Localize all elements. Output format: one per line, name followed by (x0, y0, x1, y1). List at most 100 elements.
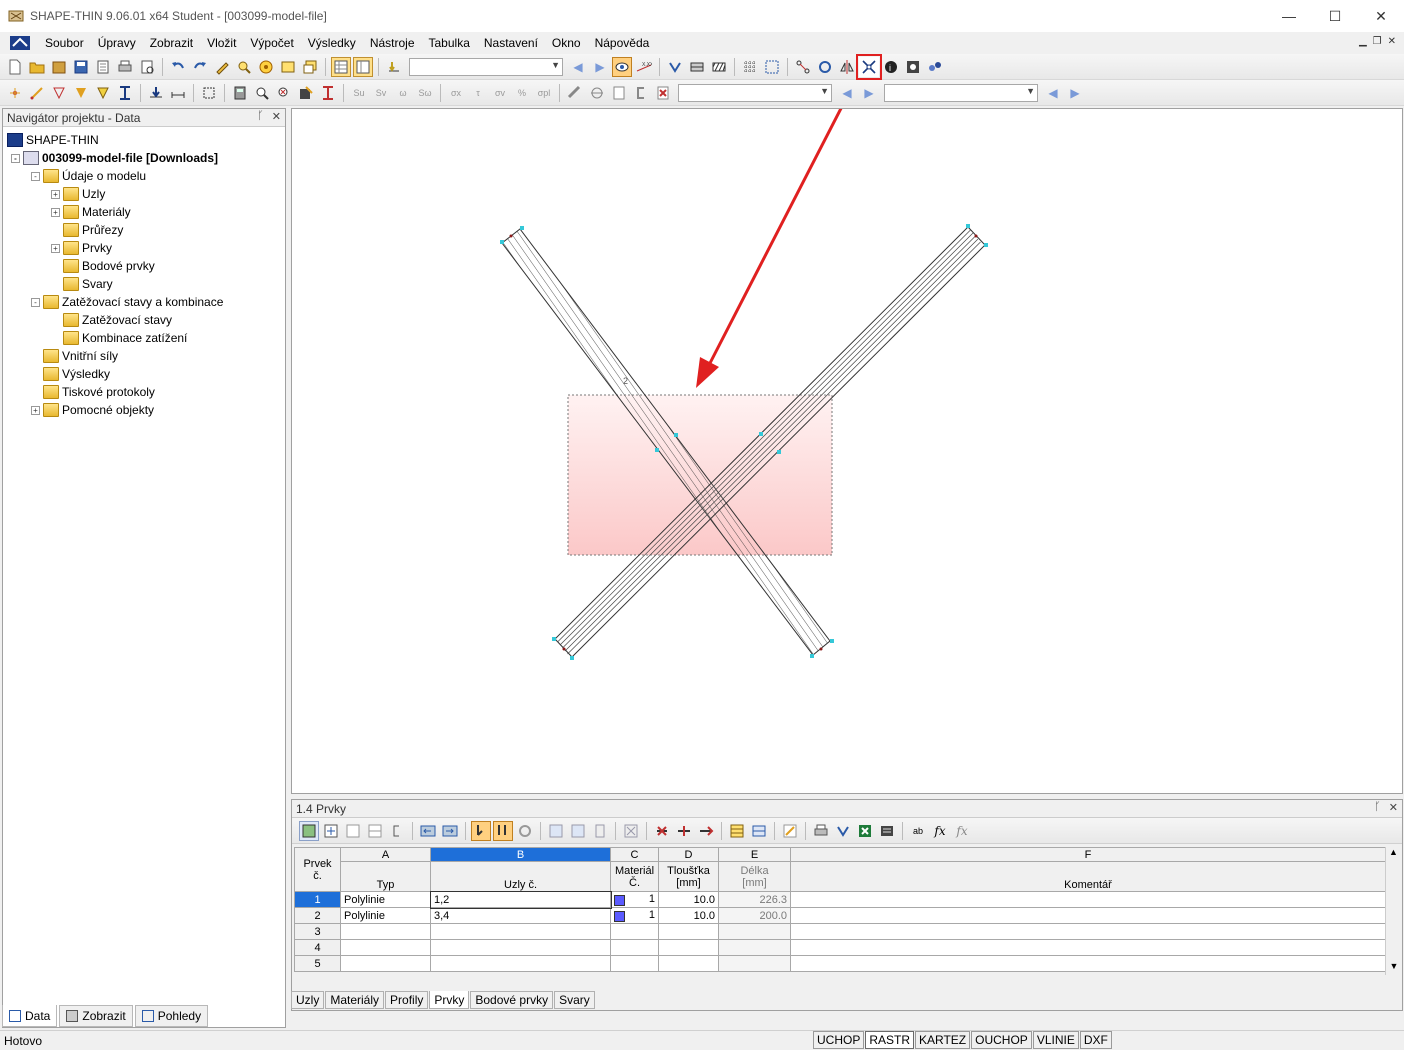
cell-type[interactable] (340, 923, 431, 940)
load-case-icon[interactable] (384, 57, 404, 77)
new-file-icon[interactable] (5, 57, 25, 77)
function-clear-icon[interactable]: fx (952, 821, 972, 841)
table-next-icon[interactable] (440, 821, 460, 841)
col-b-header[interactable]: B (430, 847, 611, 862)
tab-data[interactable]: Data (2, 1005, 58, 1027)
delete-results-icon[interactable] (653, 83, 673, 103)
model-drawing[interactable]: 2 (292, 86, 1404, 795)
scroll-up-icon[interactable]: ▲ (1386, 847, 1401, 861)
omega-icon[interactable]: ω (393, 83, 413, 103)
tab-pohledy[interactable]: Pohledy (134, 1005, 209, 1027)
menu-soubor[interactable]: Soubor (38, 36, 91, 50)
table-tab[interactable]: Bodové prvky (470, 991, 554, 1009)
table-tab[interactable]: Profily (385, 991, 429, 1009)
table-pick-icon[interactable] (493, 820, 513, 841)
cell-thickness[interactable] (658, 955, 719, 972)
doc-menu-icon[interactable] (10, 36, 30, 50)
menu-tabulka[interactable]: Tabulka (422, 36, 477, 50)
su-icon[interactable]: Su (349, 83, 369, 103)
percent-icon[interactable]: % (512, 83, 532, 103)
sigma-v-icon[interactable]: σv (490, 83, 510, 103)
mdi-restore-icon[interactable]: ❐ (1373, 36, 1382, 47)
cell-type[interactable]: Polylinie (340, 907, 431, 924)
table-tab[interactable]: Svary (554, 991, 595, 1009)
menu-okno[interactable]: Okno (545, 36, 588, 50)
new-element-icon[interactable] (27, 83, 47, 103)
snap-grid-icon[interactable] (762, 57, 782, 77)
next-location-icon[interactable]: ▶ (1065, 83, 1085, 103)
table-sort-icon[interactable] (590, 821, 610, 841)
print-preview-icon[interactable] (93, 57, 113, 77)
tree-node[interactable]: Kombinace zatížení (3, 329, 285, 347)
menu-napoveda[interactable]: Nápověda (588, 36, 657, 50)
scroll-down-icon[interactable]: ▼ (1386, 961, 1402, 975)
col-f-header[interactable]: F (790, 847, 1386, 862)
check-model-icon[interactable] (903, 57, 923, 77)
cell-thickness[interactable] (658, 923, 719, 940)
cell-nodes[interactable] (430, 923, 611, 940)
cell-comment[interactable] (790, 939, 1386, 956)
table-row[interactable]: 1 Polylinie 1,2 1 10.0 226.3 (294, 890, 1386, 909)
table-rename-icon[interactable]: ab (908, 821, 928, 841)
cell-material[interactable] (610, 923, 659, 940)
cell-comment[interactable] (790, 891, 1386, 908)
table-insert-row-icon[interactable] (321, 821, 341, 841)
centroid-icon[interactable] (587, 83, 607, 103)
status-toggle-kartez[interactable]: KARTEZ (915, 1031, 971, 1049)
edit-pen-icon[interactable] (212, 57, 232, 77)
cell-comment[interactable] (790, 907, 1386, 924)
expand-icon[interactable]: + (31, 405, 40, 415)
maximize-button[interactable]: ☐ (1312, 0, 1358, 32)
cell-nodes[interactable] (430, 955, 611, 972)
cell-material[interactable]: 1 (610, 891, 659, 908)
info-icon[interactable]: i (881, 57, 901, 77)
status-toggle-rastr[interactable]: RASTR (865, 1031, 915, 1049)
cell-thickness[interactable]: 10.0 (658, 907, 719, 924)
mdi-close-icon[interactable]: ✕ (1388, 36, 1396, 47)
load-case-combo[interactable]: ▼ (409, 57, 563, 76)
tree-node[interactable]: Výsledky (3, 365, 285, 383)
function-icon[interactable]: fx (930, 821, 950, 841)
menu-vypocet[interactable]: Výpočet (243, 36, 300, 50)
target-icon[interactable] (256, 57, 276, 77)
rotate-icon[interactable] (815, 57, 835, 77)
s-omega-icon[interactable]: Sω (415, 83, 435, 103)
col-d-header[interactable]: D (658, 847, 719, 862)
table-bracket-icon[interactable] (387, 821, 407, 841)
table-calc-icon[interactable] (877, 821, 897, 841)
plugins-icon[interactable] (925, 57, 945, 77)
table-down-icon[interactable] (568, 821, 588, 841)
calculate-icon[interactable] (230, 83, 250, 103)
status-toggle-uchop[interactable]: UCHOP (813, 1031, 865, 1049)
expand-icon[interactable]: + (51, 243, 60, 253)
members-table[interactable]: Prvek č. A B C D E F Typ Uzly č. Materiá… (294, 847, 1386, 972)
open-archive-icon[interactable] (49, 57, 69, 77)
table-row[interactable]: 4 (294, 939, 1386, 956)
sigma-x-icon[interactable]: σx (446, 83, 466, 103)
results-view-icon[interactable] (612, 56, 632, 77)
save-icon[interactable] (71, 57, 91, 77)
table-row[interactable]: 5 (294, 955, 1386, 972)
collapse-icon[interactable]: - (31, 171, 40, 181)
view-options-icon[interactable] (296, 83, 316, 103)
status-toggle-ouchop[interactable]: OUCHOP (971, 1031, 1032, 1049)
mirror-icon[interactable] (837, 57, 857, 77)
tree-root[interactable]: SHAPE-THIN (3, 131, 285, 149)
cell-comment[interactable] (790, 955, 1386, 972)
select-window-icon[interactable] (278, 57, 298, 77)
collapse-icon[interactable]: - (31, 297, 40, 307)
table-view-icon[interactable] (331, 56, 351, 77)
values-display-icon[interactable]: X.XX (634, 57, 654, 77)
collapse-icon[interactable]: - (11, 153, 20, 163)
tau-icon[interactable]: τ (468, 83, 488, 103)
copy-window-icon[interactable] (300, 57, 320, 77)
select-area-icon[interactable] (199, 83, 219, 103)
sigma-plastic-icon[interactable]: σpl (534, 83, 554, 103)
table-graphics-icon[interactable] (833, 821, 853, 841)
table-row[interactable]: 2 Polylinie 3,4 1 10.0 200.0 (294, 907, 1386, 924)
cell-thickness[interactable] (658, 939, 719, 956)
cell-nodes[interactable]: 3,4 (430, 907, 611, 924)
tree-node[interactable]: Svary (3, 275, 285, 293)
stress-icon[interactable] (318, 83, 338, 103)
tree-node[interactable]: + Prvky (3, 239, 285, 257)
